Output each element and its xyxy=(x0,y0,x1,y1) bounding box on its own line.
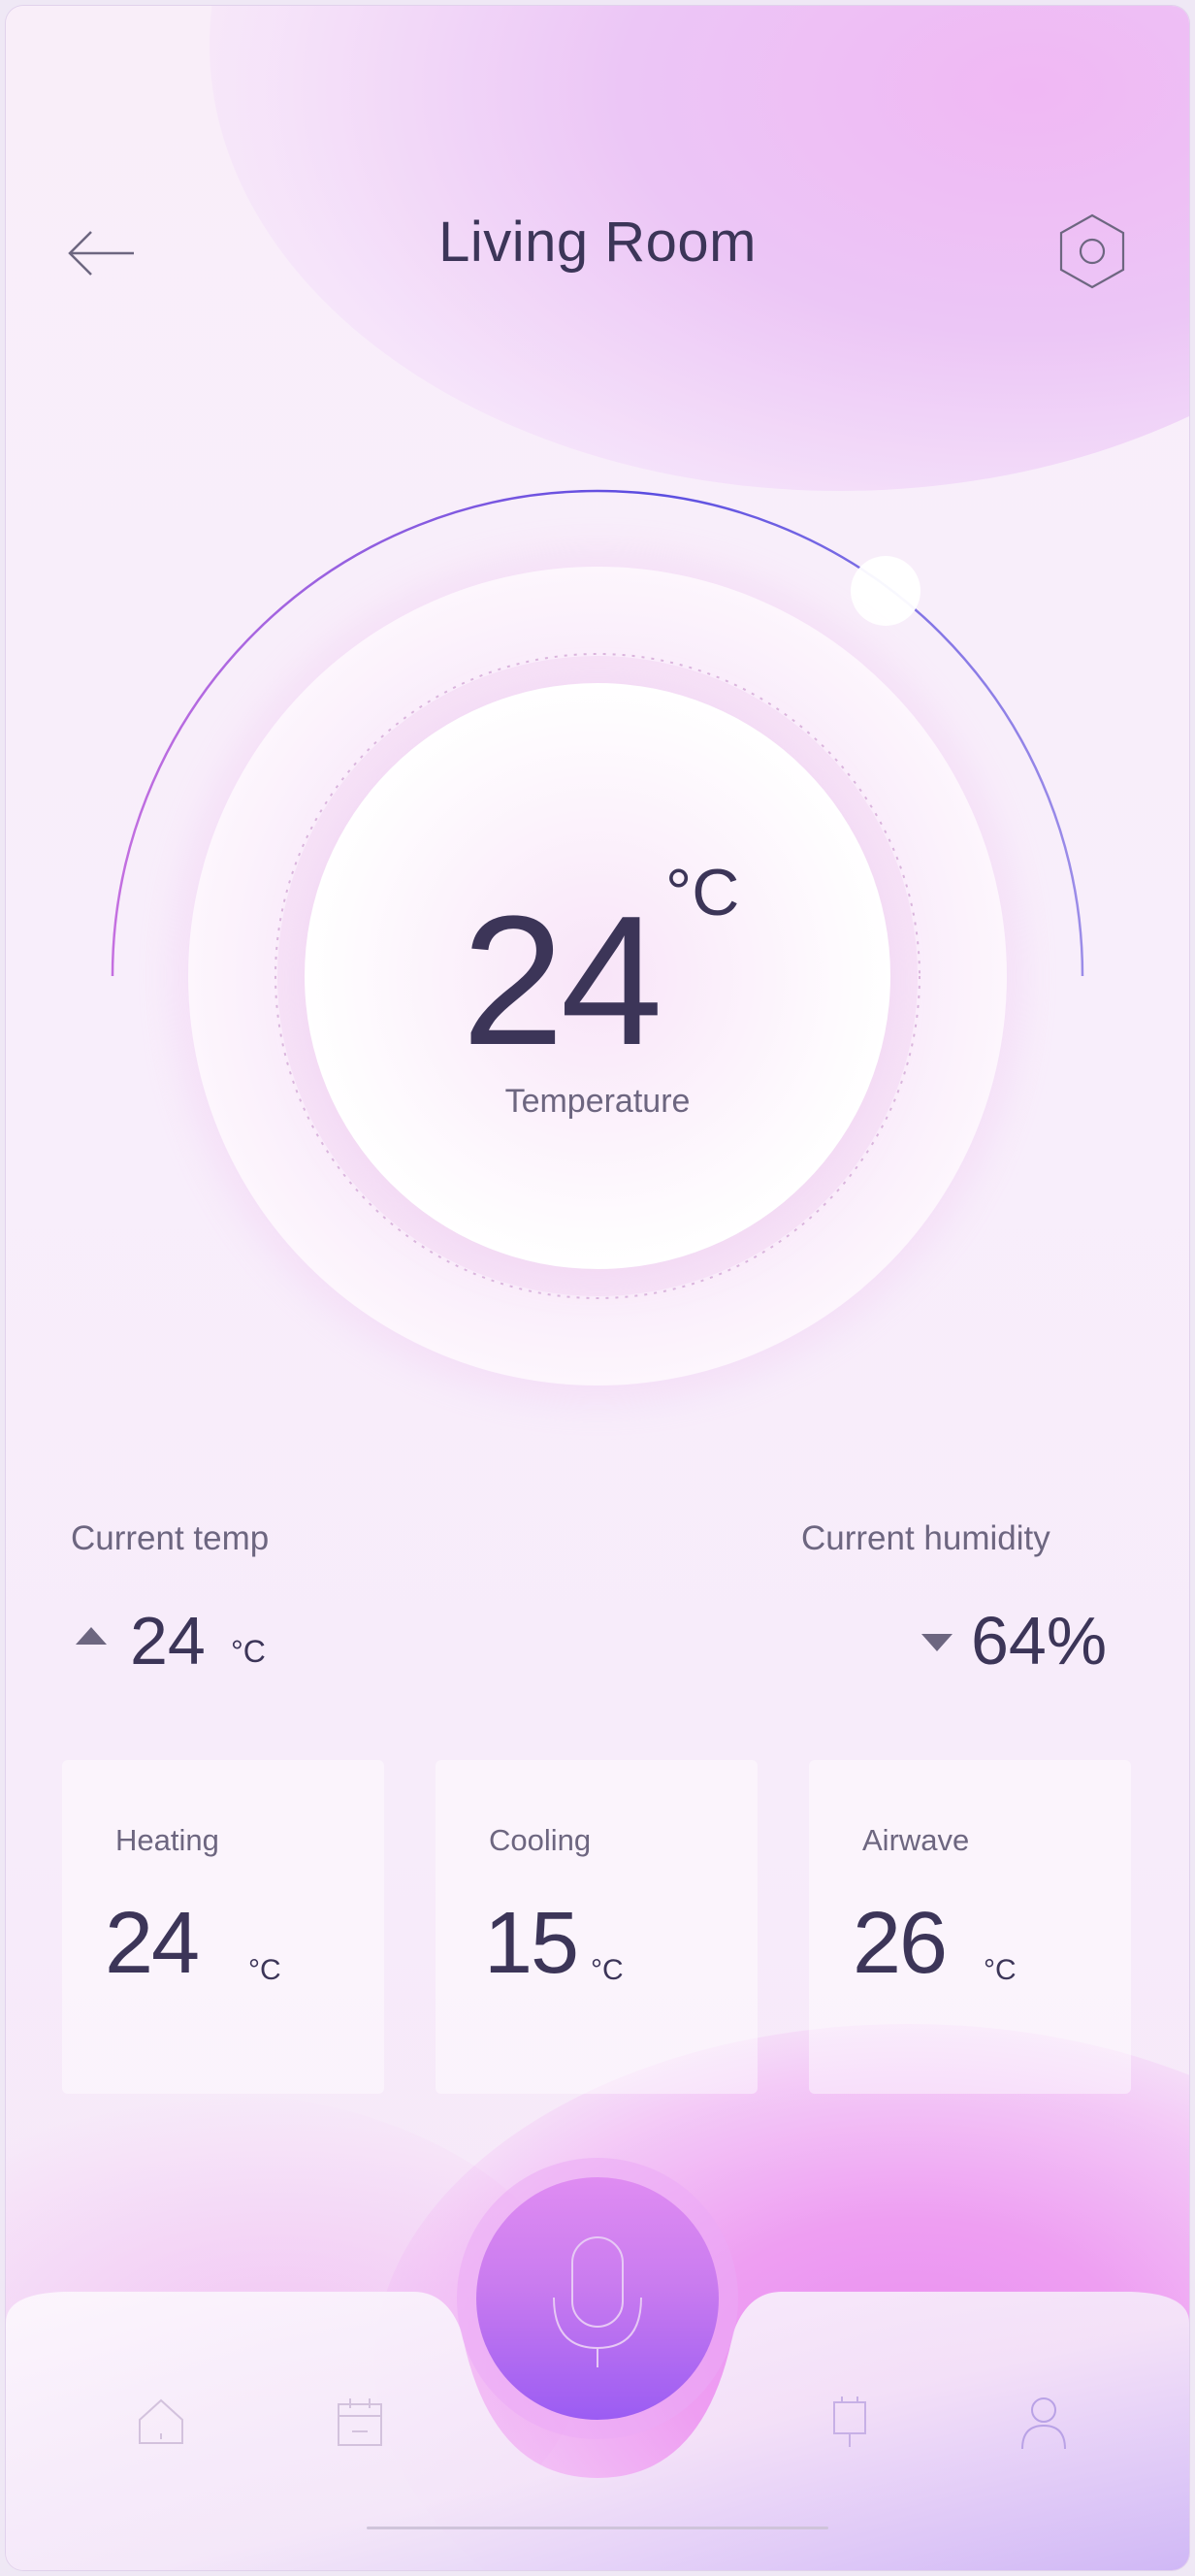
calendar-icon xyxy=(338,2398,382,2446)
profile-icon xyxy=(1021,2397,1066,2450)
tab-profile[interactable] xyxy=(1015,2393,1073,2451)
current-temp-value: 24 xyxy=(130,1603,206,1679)
home-indicator xyxy=(367,2527,828,2529)
mode-name: Cooling xyxy=(489,1823,592,1857)
mode-unit: °C xyxy=(591,1954,624,1986)
tab-home[interactable] xyxy=(132,2393,190,2451)
current-stats: Current temp Current humidity 24 °C 64% xyxy=(6,1519,1189,1713)
current-humidity-value: 64% xyxy=(971,1603,1108,1679)
trend-up-icon xyxy=(76,1627,107,1645)
mode-value: 24 xyxy=(105,1895,200,1992)
tab-devices[interactable] xyxy=(821,2393,879,2451)
app-screen: Living Room 24 °C Temperature Current te… xyxy=(6,6,1189,2570)
trend-down-icon xyxy=(921,1634,953,1651)
header: Living Room xyxy=(6,180,1189,297)
page-title: Living Room xyxy=(438,211,757,274)
home-icon xyxy=(139,2398,183,2444)
mode-name: Airwave xyxy=(862,1823,970,1857)
temperature-unit: °C xyxy=(665,856,740,929)
mode-card-airwave[interactable]: Airwave 26 °C xyxy=(809,1760,1131,2094)
mode-cards: Heating 24 °C Cooling 15 °C Airwave 26 °… xyxy=(6,1760,1189,2095)
current-humidity-label: Current humidity xyxy=(801,1519,1050,1557)
mode-value: 15 xyxy=(484,1895,579,1992)
temperature-dial[interactable]: 24 °C Temperature xyxy=(6,462,1189,1481)
hexagon-settings-icon xyxy=(1059,213,1125,289)
mode-unit: °C xyxy=(248,1954,281,1986)
mode-unit: °C xyxy=(984,1954,1017,1986)
temperature-label: Temperature xyxy=(504,1083,691,1120)
plug-icon xyxy=(833,2397,866,2447)
dial-knob xyxy=(851,556,920,626)
mode-card-heating[interactable]: Heating 24 °C xyxy=(62,1760,384,2094)
microphone-icon xyxy=(553,2236,642,2367)
mode-name: Heating xyxy=(115,1823,219,1857)
current-temp-label: Current temp xyxy=(71,1519,270,1557)
microphone-button[interactable] xyxy=(476,2177,719,2420)
temperature-value: 24 xyxy=(462,878,662,1084)
settings-button[interactable] xyxy=(1053,210,1131,297)
current-temp-unit: °C xyxy=(231,1634,266,1669)
mode-card-cooling[interactable]: Cooling 15 °C xyxy=(436,1760,758,2094)
mode-value: 26 xyxy=(853,1895,948,1992)
tab-calendar[interactable] xyxy=(331,2393,389,2451)
